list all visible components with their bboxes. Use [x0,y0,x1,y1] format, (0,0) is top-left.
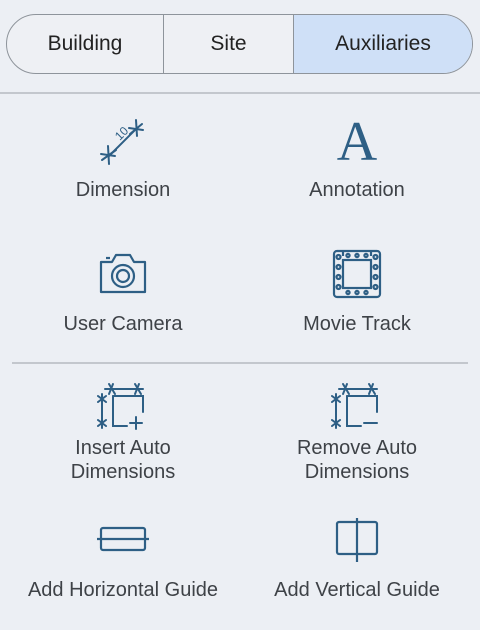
dimension-icon: 10 [97,116,149,168]
annotation-label: Annotation [309,179,405,201]
dimension-tool[interactable]: 10 Dimension [3,116,243,202]
film-icon [331,248,383,300]
add-horizontal-guide-label: Add Horizontal Guide [27,579,219,601]
remove-auto-dimensions-tool[interactable]: Remove Auto Dimensions [237,382,477,484]
dimension-label: Dimension [75,179,171,201]
camera-icon [97,248,149,298]
vertical-guide-icon [331,518,383,562]
top-divider [0,92,480,94]
insert-auto-dimensions-label: Insert Auto Dimensions [70,437,176,483]
category-tabs: Building Site Auxiliaries [6,14,473,74]
user-camera-label: User Camera [63,313,183,335]
add-horizontal-guide-tool[interactable]: Add Horizontal Guide [3,518,243,602]
insert-auto-dimensions-icon [97,382,149,432]
remove-auto-dimensions-label: Remove Auto Dimensions [296,437,418,483]
movie-track-tool[interactable]: Movie Track [237,248,477,336]
horizontal-guide-icon [97,518,149,562]
annotation-icon: A [336,111,378,173]
tab-site[interactable]: Site [163,15,293,73]
insert-auto-dimensions-tool[interactable]: Insert Auto Dimensions [3,382,243,484]
tab-building[interactable]: Building [7,15,163,73]
remove-auto-dimensions-icon [331,382,383,432]
section-divider [12,362,468,364]
add-vertical-guide-tool[interactable]: Add Vertical Guide [237,518,477,602]
movie-track-label: Movie Track [303,313,411,335]
add-vertical-guide-label: Add Vertical Guide [274,579,440,601]
dimension-icon-text: 10 [112,124,132,144]
annotation-tool[interactable]: A Annotation [237,111,477,202]
user-camera-tool[interactable]: User Camera [3,248,243,336]
tab-auxiliaries[interactable]: Auxiliaries [293,15,472,73]
